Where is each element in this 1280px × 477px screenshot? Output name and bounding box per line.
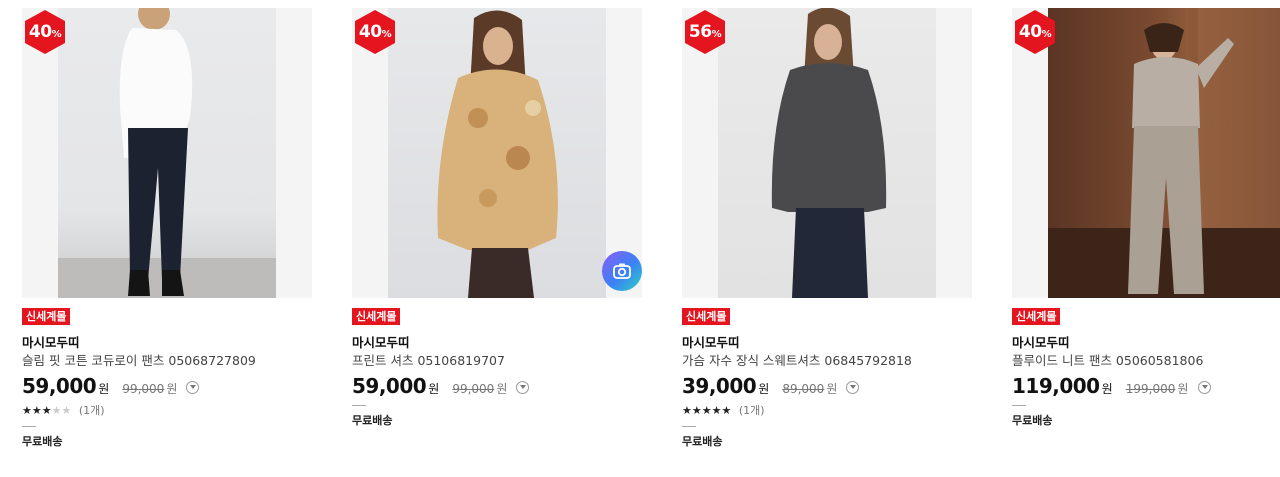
mall-tag: 신세계몰	[1012, 308, 1061, 325]
divider	[1012, 405, 1026, 406]
brand-name[interactable]: 마시모두띠	[682, 332, 740, 351]
rating: ★★★★★ (1개)	[682, 402, 765, 418]
original-price: 89,000	[782, 382, 825, 396]
camera-icon[interactable]	[602, 251, 642, 291]
price-row: 119,000 원 199,000 원	[1012, 374, 1211, 398]
shipping-label: 무료배송	[22, 435, 63, 448]
shipping-label: 무료배송	[682, 435, 723, 448]
star-icon: ★	[691, 404, 702, 417]
star-icon: ★	[701, 404, 712, 417]
review-count: (1개)	[78, 404, 105, 417]
mall-tag: 신세계몰	[682, 308, 731, 325]
product-name[interactable]: 플루이드 니트 팬츠 05060581806	[1012, 350, 1203, 369]
divider	[352, 405, 366, 406]
product-name[interactable]: 슬림 핏 코튼 코듀로이 팬츠 05068727809	[22, 350, 256, 369]
brand-name[interactable]: 마시모두띠	[1012, 332, 1070, 351]
price-info-icon[interactable]	[846, 381, 860, 394]
star-icon: ★	[711, 404, 722, 417]
rating: ★★★★★ (1개)	[22, 402, 105, 418]
star-empty-icon: ★	[61, 404, 72, 417]
sale-price: 59,000	[352, 374, 427, 398]
shipping-label: 무료배송	[1012, 414, 1053, 427]
brand-name[interactable]: 마시모두띠	[22, 332, 80, 351]
brand-name[interactable]: 마시모두띠	[352, 332, 410, 351]
divider	[682, 426, 696, 427]
original-price: 199,000	[1125, 382, 1176, 396]
star-icon: ★	[682, 404, 692, 417]
divider	[22, 426, 36, 427]
review-count: (1개)	[738, 404, 765, 417]
star-icon: ★	[41, 404, 52, 417]
discount-badge: 56%	[682, 9, 728, 55]
original-price: 99,000	[452, 382, 495, 396]
price-row: 59,000 원 99,000 원	[22, 374, 200, 398]
price-info-icon[interactable]	[516, 381, 530, 394]
sale-price: 39,000	[682, 374, 757, 398]
star-icon: ★	[22, 404, 32, 417]
price-info-icon[interactable]	[1197, 381, 1211, 394]
star-empty-icon: ★	[51, 404, 62, 417]
price-row: 59,000 원 99,000 원	[352, 374, 530, 398]
price-info-icon[interactable]	[186, 381, 200, 394]
price-row: 39,000 원 89,000 원	[682, 374, 860, 398]
sale-price: 59,000	[22, 374, 97, 398]
mall-tag: 신세계몰	[352, 308, 401, 325]
discount-badge: 40%	[1012, 9, 1058, 55]
star-icon: ★	[721, 404, 732, 417]
shipping-label: 무료배송	[352, 414, 393, 427]
discount-badge: 40%	[352, 9, 398, 55]
original-price: 99,000	[122, 382, 165, 396]
star-icon: ★	[31, 404, 42, 417]
discount-badge: 40%	[22, 9, 68, 55]
product-name[interactable]: 프린트 셔츠 05106819707	[352, 350, 505, 369]
sale-price: 119,000	[1012, 374, 1100, 398]
mall-tag: 신세계몰	[22, 308, 71, 325]
product-name[interactable]: 가슴 자수 장식 스웨트셔츠 06845792818	[682, 350, 912, 369]
